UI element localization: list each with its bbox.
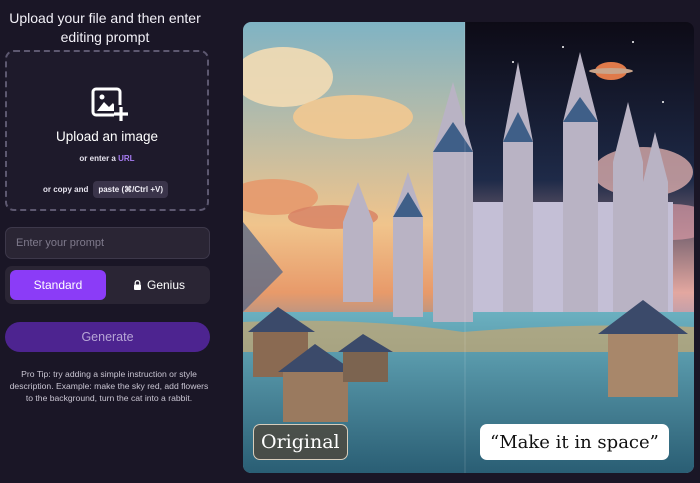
lock-icon — [133, 280, 141, 290]
upload-title: Upload an image — [55, 129, 159, 144]
url-line: or enter a URL — [7, 154, 207, 163]
paste-line: or copy and paste (⌘/Ctrl +V) — [43, 180, 169, 198]
upload-dropzone[interactable]: Upload an image or enter a URL or copy a… — [5, 50, 209, 211]
edited-label: “Make it in space” — [480, 424, 669, 460]
or-copy-text: or copy and — [43, 184, 89, 194]
mode-genius-label: Genius — [146, 278, 186, 292]
page-heading: Upload your file and then enter editing … — [9, 10, 201, 45]
mode-toggle: Standard Genius — [5, 266, 210, 304]
mode-genius-button[interactable]: Genius — [113, 270, 205, 300]
generate-button[interactable]: Generate — [5, 322, 210, 352]
or-enter-text: or enter a — [79, 154, 116, 163]
before-after-preview — [243, 22, 694, 473]
url-link[interactable]: URL — [118, 154, 134, 163]
mode-standard-button[interactable]: Standard — [10, 270, 106, 300]
paste-button[interactable]: paste (⌘/Ctrl +V) — [93, 180, 169, 198]
pro-tip: Pro Tip: try adding a simple instruction… — [9, 369, 209, 403]
castle-illustration — [243, 22, 694, 473]
image-plus-icon — [91, 87, 128, 121]
original-label: Original — [253, 424, 348, 460]
prompt-input[interactable] — [5, 227, 210, 259]
